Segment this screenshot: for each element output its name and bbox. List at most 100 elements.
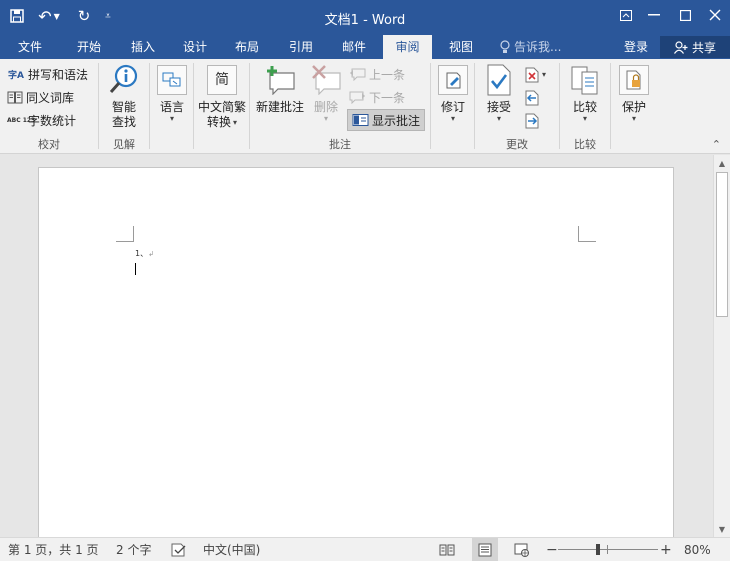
close-icon[interactable] <box>703 4 727 26</box>
tab-design[interactable]: 设计 <box>170 35 220 59</box>
smart-lookup-label-1: 智能 <box>111 100 136 114</box>
next-change-button[interactable] <box>525 111 539 131</box>
chinese-conversion-dropdown-icon: ▾ <box>233 117 238 127</box>
ribbon-tab-bar: 文件 开始 插入 设计 布局 引用 邮件 审阅 视图 告诉我... 登录 共享 <box>0 35 730 60</box>
new-comment-button[interactable]: 新建批注 <box>253 64 307 115</box>
next-comment-button[interactable]: 下一条 <box>349 87 405 107</box>
delete-dropdown-icon: ▾ <box>323 114 328 123</box>
protect-button[interactable]: 保护 ▾ <box>615 64 653 123</box>
print-layout-icon[interactable] <box>472 538 498 561</box>
zoom-in-button[interactable]: + <box>660 538 672 561</box>
protect-dropdown-icon: ▾ <box>631 114 636 123</box>
thesaurus-label: 同义词库 <box>26 90 75 105</box>
maximize-icon[interactable] <box>673 4 697 26</box>
word-count-icon: ABC 123 <box>7 116 36 124</box>
word-count-button[interactable]: ABC 123 字数统计 <box>7 110 76 130</box>
tab-mailings[interactable]: 邮件 <box>329 35 379 59</box>
share-label: 共享 <box>691 40 716 55</box>
tab-view[interactable]: 视图 <box>436 35 486 59</box>
zoom-out-button[interactable]: − <box>546 538 558 561</box>
tab-review[interactable]: 审阅 <box>383 35 432 60</box>
next-comment-label: 下一条 <box>369 90 406 105</box>
web-layout-icon[interactable] <box>514 538 530 561</box>
comments-group: 新建批注 删除 ▾ 上一条 下一条 显示批注 批注 <box>250 59 430 154</box>
zoom-level[interactable]: 80% <box>684 538 711 561</box>
page-count[interactable]: 第 1 页，共 1 页 <box>8 538 99 561</box>
customize-quick-access-icon[interactable]: ⩡ <box>100 6 116 26</box>
minimize-icon[interactable] <box>642 4 666 26</box>
show-comments-toggle[interactable]: 显示批注 <box>347 109 426 131</box>
thesaurus-icon <box>7 91 23 103</box>
save-icon[interactable] <box>6 6 28 26</box>
compare-dropdown-icon: ▾ <box>582 114 587 123</box>
ribbon-display-options-icon[interactable] <box>614 4 638 26</box>
tab-file[interactable]: 文件 <box>0 35 60 59</box>
proofing-group-label: 校对 <box>38 138 60 151</box>
language-status[interactable]: 中文(中国) <box>203 538 260 561</box>
tell-me-search[interactable]: 告诉我... <box>500 35 561 59</box>
track-changes-button[interactable]: 修订 ▾ <box>434 64 472 123</box>
accept-label: 接受 <box>486 100 511 114</box>
smart-lookup-label-2: 查找 <box>111 115 136 129</box>
ribbon: 字A 拼写和语法 同义词库 ABC 123 字数统计 校对 智能 查找 见解 语… <box>0 59 730 154</box>
title-bar: ↶ ▼ ↻ ⩡ 文档1 - Word <box>0 0 730 35</box>
vertical-scrollbar[interactable]: ▲ ▼ <box>713 155 730 537</box>
document-page[interactable]: 1、↲ <box>38 167 674 547</box>
tab-home[interactable]: 开始 <box>64 35 114 59</box>
thesaurus-button[interactable]: 同义词库 <box>7 87 74 107</box>
redo-icon[interactable]: ↻ <box>74 6 94 26</box>
scroll-down-icon[interactable]: ▼ <box>714 521 730 537</box>
word-count-label: 字数统计 <box>28 113 77 128</box>
protect-group: 保护 ▾ <box>611 59 656 154</box>
show-comments-label: 显示批注 <box>372 113 421 128</box>
chinese-conversion-label-2: 转换 <box>206 115 231 129</box>
previous-change-icon <box>525 90 539 106</box>
previous-change-button[interactable] <box>525 88 539 108</box>
insights-group-label: 见解 <box>113 138 135 151</box>
word-count[interactable]: 2 个字 <box>116 538 151 561</box>
delete-comment-button[interactable]: 删除 ▾ <box>307 64 345 123</box>
smart-lookup-button[interactable]: 智能 查找 <box>103 64 145 130</box>
read-mode-icon[interactable] <box>439 538 455 561</box>
track-changes-icon <box>437 64 469 96</box>
zoom-slider[interactable] <box>558 538 658 561</box>
scrollbar-thumb[interactable] <box>716 172 728 317</box>
chinese-conversion-button[interactable]: 简 中文简繁 转换 ▾ <box>196 64 248 130</box>
reject-button[interactable]: ▾ <box>525 65 546 85</box>
comments-group-label: 批注 <box>329 138 351 151</box>
zoom-slider-track <box>558 549 658 550</box>
undo-icon: ↶ <box>38 6 52 26</box>
zoom-slider-thumb[interactable] <box>596 544 600 555</box>
next-change-icon <box>525 113 539 129</box>
previous-comment-icon <box>350 68 366 81</box>
chinese-conversion-label-1: 中文简繁 <box>197 100 246 114</box>
next-comment-icon <box>349 91 365 104</box>
reject-icon <box>525 67 539 83</box>
tab-references[interactable]: 引用 <box>276 35 326 59</box>
tab-insert[interactable]: 插入 <box>118 35 168 59</box>
accept-dropdown-icon: ▾ <box>496 114 501 123</box>
undo-button[interactable]: ↶ ▼ <box>34 6 64 26</box>
margin-corner-top-left <box>116 226 134 242</box>
scroll-up-icon[interactable]: ▲ <box>714 155 730 171</box>
collapse-ribbon-icon[interactable]: ⌃ <box>712 138 721 151</box>
simplified-traditional-icon: 简 <box>206 64 238 96</box>
chinese-conversion-group: 简 中文简繁 转换 ▾ <box>194 59 248 154</box>
compare-button[interactable]: 比较 ▾ <box>565 64 605 123</box>
margin-corner-top-right <box>578 226 596 242</box>
language-group: 语言 ▾ <box>150 59 193 154</box>
protect-icon <box>618 64 650 96</box>
proofing-group: 字A 拼写和语法 同义词库 ABC 123 字数统计 校对 <box>0 59 98 154</box>
share-button[interactable]: 共享 <box>660 36 730 58</box>
person-add-icon <box>673 40 688 54</box>
tab-layout[interactable]: 布局 <box>222 35 272 59</box>
proofing-status-icon[interactable] <box>171 538 187 561</box>
insights-group: 智能 查找 见解 <box>99 59 149 154</box>
spelling-grammar-button[interactable]: 字A 拼写和语法 <box>7 64 88 84</box>
spelling-grammar-label: 拼写和语法 <box>28 67 89 82</box>
sign-in-link[interactable]: 登录 <box>624 35 648 59</box>
previous-comment-button[interactable]: 上一条 <box>349 64 405 84</box>
accept-button[interactable]: 接受 ▾ <box>479 64 519 123</box>
zoom-slider-center-tick <box>607 545 608 554</box>
language-button[interactable]: 语言 ▾ <box>154 64 190 123</box>
